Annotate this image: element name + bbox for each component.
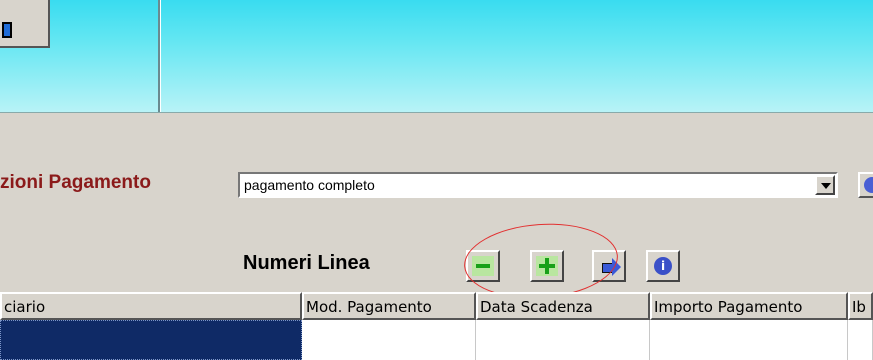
table-cell[interactable] (476, 320, 650, 360)
table-cell[interactable] (848, 320, 873, 360)
numeri-linea-label: Numeri Linea (243, 252, 370, 274)
column-header-ib[interactable]: Ib (848, 292, 873, 320)
column-header-beneficiario[interactable]: ciario (0, 292, 302, 320)
info-icon (864, 177, 873, 193)
toolbar-divider (158, 0, 161, 112)
info-button-edge[interactable] (858, 172, 873, 198)
annotation-circle (461, 218, 621, 304)
selected-cell[interactable] (0, 320, 302, 360)
info-line-button[interactable]: i (646, 250, 680, 282)
table-cell[interactable] (302, 320, 476, 360)
square-icon (2, 22, 12, 38)
top-toolbar-button[interactable] (0, 0, 50, 48)
dropdown-arrow-icon[interactable] (815, 175, 835, 195)
condizioni-pagamento-combo[interactable]: pagamento completo (238, 172, 838, 198)
table-row[interactable] (0, 320, 873, 360)
condizioni-pagamento-label: zioni Pagamento (0, 172, 151, 193)
combo-value: pagamento completo (244, 177, 375, 193)
info-icon: i (654, 257, 672, 275)
grid-header: ciario Mod. Pagamento Data Scadenza Impo… (0, 292, 873, 320)
top-panel (0, 0, 873, 113)
column-header-data-scadenza[interactable]: Data Scadenza (476, 292, 650, 320)
table-cell[interactable] (650, 320, 848, 360)
column-header-importo-pagamento[interactable]: Importo Pagamento (650, 292, 848, 320)
column-header-mod-pagamento[interactable]: Mod. Pagamento (302, 292, 476, 320)
